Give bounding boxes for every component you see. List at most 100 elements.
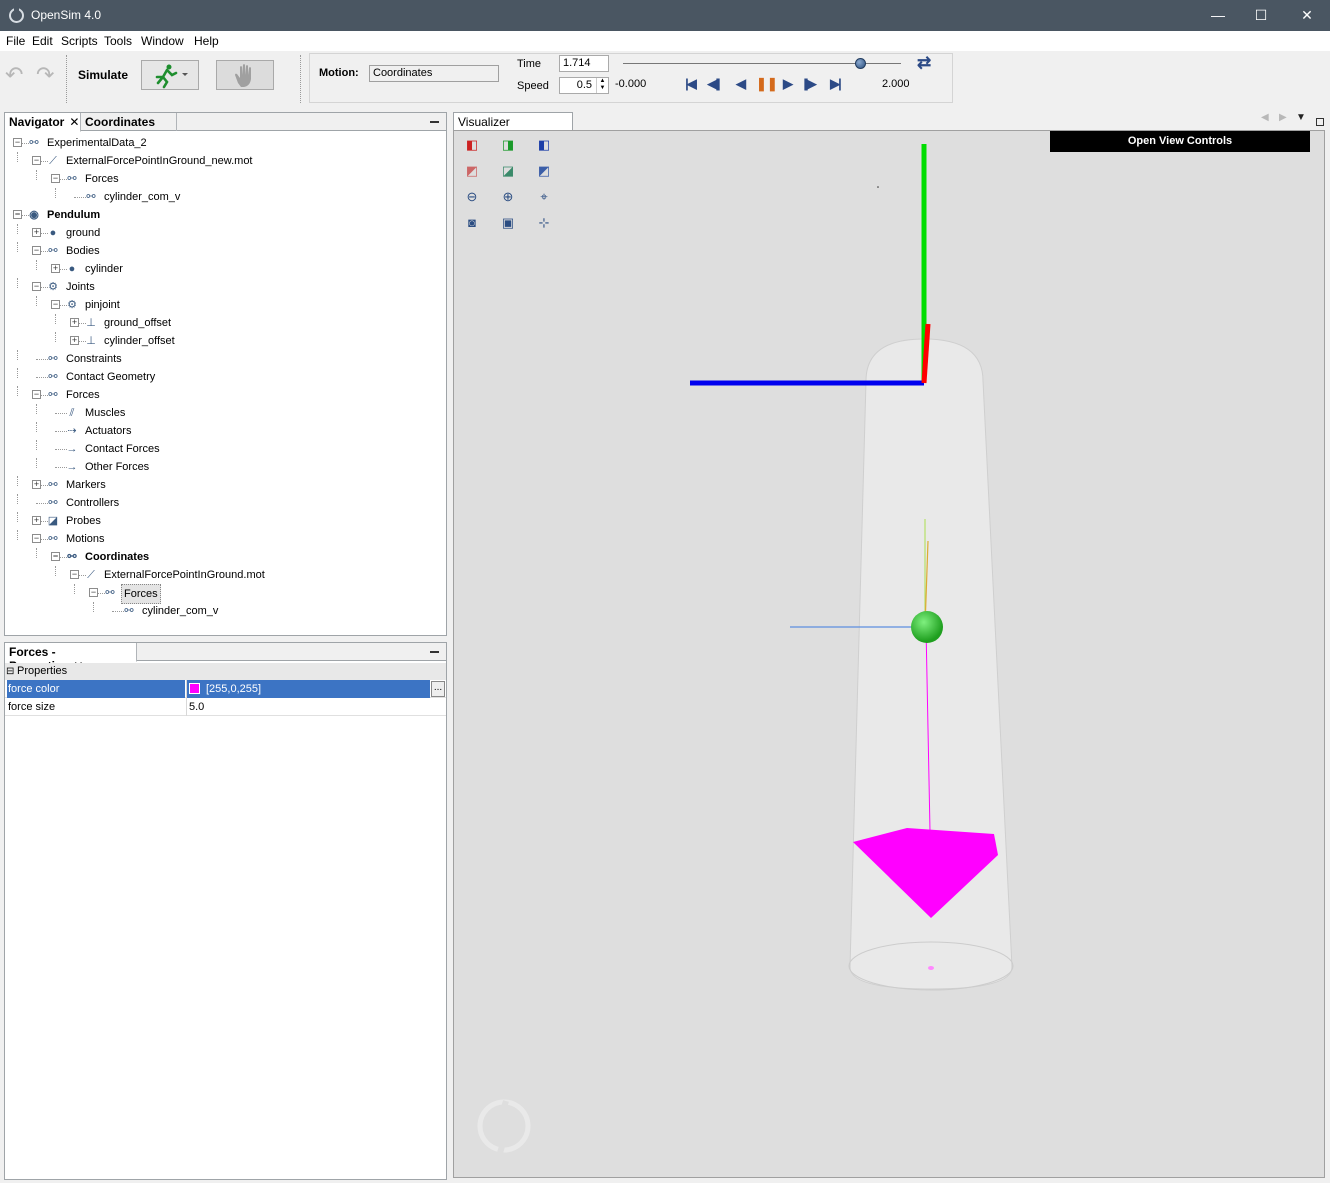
menu-window[interactable]: Window (141, 34, 184, 48)
tab-forces-properties[interactable]: Forces - Properties✕ (5, 643, 137, 673)
tab-navigator-label: Navigator (9, 115, 65, 129)
zoom-in-icon[interactable]: ⊕ (498, 187, 518, 207)
minimize-panel-icon[interactable] (430, 651, 439, 653)
view-bottom-icon[interactable]: ◪ (498, 161, 518, 181)
collapse-icon[interactable]: − (51, 552, 60, 561)
tab-scroll-right-icon[interactable]: ▶ (1279, 112, 1287, 123)
tree-node-label: ExternalForcePointInGround.mot (104, 569, 265, 581)
tree-node-label: Forces (121, 584, 161, 604)
property-value[interactable]: 5.0 (186, 698, 430, 716)
property-value[interactable]: [255,0,255] (186, 680, 430, 698)
menu-edit[interactable]: Edit (32, 34, 53, 48)
tree-connector (36, 548, 37, 558)
joints-icon: ⚙ (48, 281, 58, 293)
tab-list-dropdown-icon[interactable]: ▼ (1296, 112, 1306, 123)
properties-section-header[interactable]: ⊟ Properties (5, 663, 446, 680)
minimize-panel-icon[interactable] (430, 121, 439, 123)
open-view-controls-button[interactable]: Open View Controls (1050, 131, 1310, 152)
menu-scripts[interactable]: Scripts (61, 34, 98, 48)
expand-icon[interactable]: + (32, 516, 41, 525)
view-front-icon[interactable]: ◧ (462, 135, 482, 155)
expand-icon[interactable]: + (51, 264, 60, 273)
step-forward-icon[interactable]: ||▶ (801, 76, 817, 92)
motion-field[interactable]: Coordinates (369, 65, 499, 82)
properties-tabstrip: Forces - Properties✕ (5, 643, 446, 673)
view-top-icon[interactable]: ◨ (498, 135, 518, 155)
close-icon[interactable]: ✕ (69, 115, 79, 129)
expand-icon[interactable]: + (70, 318, 79, 327)
coordinates-motion-icon: ⚯ (67, 551, 77, 563)
tree-connector (36, 458, 37, 468)
collapse-icon[interactable]: − (32, 156, 41, 165)
menu-tools[interactable]: Tools (104, 34, 132, 48)
property-row-force-color[interactable]: force color [255,0,255] ... (5, 680, 446, 698)
range-start-label: -0.000 (615, 78, 647, 90)
tree-connector (17, 242, 18, 252)
run-simulation-button[interactable] (141, 60, 199, 90)
edit-color-button[interactable]: ... (431, 681, 445, 697)
first-frame-icon[interactable]: |◀ (682, 76, 698, 92)
pause-icon[interactable]: ❚❚ (756, 76, 778, 92)
step-back-icon[interactable]: ◀|| (705, 76, 721, 92)
time-input[interactable]: 1.714 (559, 55, 609, 72)
speed-spinner-arrows-icon[interactable]: ▲ ▼ (596, 78, 608, 93)
expand-icon[interactable]: + (32, 480, 41, 489)
expand-icon[interactable]: + (70, 336, 79, 345)
collapse-icon[interactable]: − (32, 534, 41, 543)
last-frame-icon[interactable]: ▶| (827, 76, 843, 92)
title-bar: OpenSim 4.0 — ☐ ✕ (0, 0, 1330, 31)
tab-visualizer-window[interactable]: Visualizer Window✕ (453, 112, 573, 143)
tab-coordinates[interactable]: Coordinates (81, 113, 177, 131)
tree-node-label: Forces (85, 173, 119, 185)
tree-connector (55, 332, 56, 342)
property-value-text: [255,0,255] (206, 683, 262, 695)
close-button[interactable]: ✕ (1284, 0, 1330, 31)
stop-simulation-button[interactable] (216, 60, 274, 90)
collapse-icon[interactable]: − (13, 138, 22, 147)
view-back-icon[interactable]: ◩ (462, 161, 482, 181)
maximize-panel-icon[interactable] (1316, 118, 1324, 126)
menu-file[interactable]: File (6, 34, 25, 48)
zoom-out-icon[interactable]: ⊖ (462, 187, 482, 207)
tree-connector (17, 224, 18, 234)
maximize-button[interactable]: ☐ (1238, 0, 1284, 31)
scene-3d (477, 144, 1014, 1154)
collapse-icon[interactable]: − (32, 390, 41, 399)
property-row-force-size[interactable]: force size 5.0 (5, 698, 446, 716)
collapse-icon[interactable]: − (13, 210, 22, 219)
view-right-icon[interactable]: ◧ (534, 135, 554, 155)
collapse-icon[interactable]: − (51, 300, 60, 309)
collapse-icon[interactable]: − (51, 174, 60, 183)
tree-node-label: Coordinates (85, 551, 150, 563)
tree-connector (36, 440, 37, 450)
tab-navigator[interactable]: Navigator ✕ (5, 113, 81, 132)
tree-connector (17, 152, 18, 162)
collapse-icon[interactable]: − (89, 588, 98, 597)
fit-view-icon[interactable]: ⌖ (534, 187, 554, 207)
property-name: force color (7, 680, 185, 698)
menu-help[interactable]: Help (194, 34, 219, 48)
expand-icon[interactable]: + (32, 228, 41, 237)
collapse-icon[interactable]: − (70, 570, 79, 579)
view-left-icon[interactable]: ◩ (534, 161, 554, 181)
tree-node-label: cylinder_com_v (104, 191, 181, 203)
collapse-icon[interactable]: − (32, 246, 41, 255)
tree-connector (93, 602, 94, 612)
undo-icon[interactable]: ↶ (5, 62, 23, 88)
tree-node-label: pinjoint (85, 299, 120, 311)
tab-scroll-left-icon[interactable]: ◀ (1261, 112, 1269, 123)
toolbar-grip-2 (300, 55, 303, 103)
redo-icon[interactable]: ↷ (36, 62, 54, 88)
collapse-icon[interactable]: − (32, 282, 41, 291)
minimize-button[interactable]: — (1195, 0, 1241, 31)
play-icon[interactable]: ▶ (779, 76, 795, 92)
toggle-axes-icon[interactable]: ⊹ (534, 213, 554, 233)
loop-icon[interactable]: ⇄ (917, 53, 931, 73)
snapshot-camera-icon[interactable]: ◙ (462, 213, 482, 233)
visualizer-canvas[interactable]: ◧ ◨ ◧ ◩ ◪ ◩ ⊖ ⊕ ⌖ ◙ ▣ ⊹ (453, 130, 1325, 1178)
contact-forces-icon: → (66, 443, 78, 455)
record-movie-icon[interactable]: ▣ (498, 213, 518, 233)
collapse-icon[interactable]: ⊟ (6, 663, 14, 680)
play-reverse-icon[interactable]: ◀ (732, 76, 748, 92)
forces-icon: ⚯ (48, 389, 58, 401)
